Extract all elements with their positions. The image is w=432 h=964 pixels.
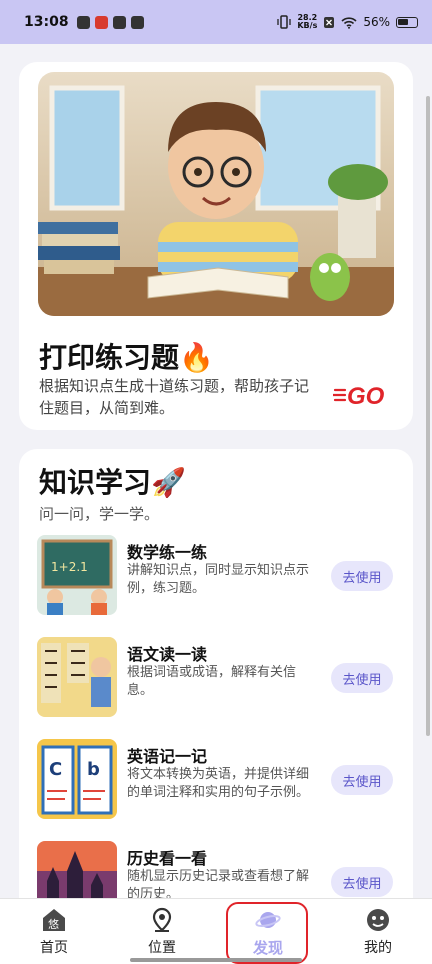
nav-item-home[interactable]: 悠 首页 [14,907,94,961]
section-subtitle: 问一问，学一学。 [39,505,160,523]
list-item-english[interactable]: C b 英语记一记 将文本转换为英语，并提供详细的单词注释和实用的句子示例。 去… [37,739,397,819]
history-thumbnail [37,841,117,898]
go-badge-icon[interactable]: GO [333,380,393,410]
profile-icon [367,909,389,931]
net-speed-unit: KB/s [297,21,318,30]
wifi-icon [341,16,357,29]
math-illustration: 1+2.1 [37,535,117,615]
app-notification-icon [76,15,90,29]
scrollbar[interactable] [426,96,430,736]
print-exercises-card[interactable]: 打印练习题🔥 根据知识点生成十道练习题，帮助孩子记住题目，从简到难。 GO [19,62,413,430]
list-item-math[interactable]: 1+2.1 数学练一练 讲解知识点，同时显示知识点示例，练习题。 去使用 [37,535,397,615]
item-description: 根据词语或成语，解释有关信息。 [127,665,297,698]
list-item-history[interactable]: 历史看一看 随机显示历史记录或查看想了解的历史。 去使用 [37,841,397,898]
main-content[interactable]: 打印练习题🔥 根据知识点生成十道练习题，帮助孩子记住题目，从简到难。 GO 知识… [0,44,432,898]
item-description: 将文本转换为英语，并提供详细的单词注释和实用的句子示例。 [127,767,310,800]
use-button-chinese[interactable]: 去使用 [331,663,393,693]
hero-description: 根据知识点生成十道练习题，帮助孩子记住题目，从简到难。 [39,377,310,417]
nav-label: 我的 [364,940,392,956]
item-title: 英语记一记 [127,747,208,766]
english-thumbnail: C b [37,739,117,819]
bottom-nav: 悠 首页 位置 发现 我的 [0,898,432,964]
hero-title: 打印练习题🔥 [39,341,214,374]
notification-icons [76,15,144,29]
svg-text:b: b [87,759,100,780]
status-time: 13:08 [24,14,69,30]
svg-text:C: C [49,759,62,780]
location-pin-icon [152,907,172,932]
use-button-english[interactable]: 去使用 [331,765,393,795]
item-title: 历史看一看 [127,849,208,868]
history-illustration [37,841,117,898]
highlight-box [226,902,308,964]
app-notification-icon [94,15,108,29]
knowledge-learning-card: 知识学习🚀 问一问，学一学。 1+2.1 数学练一练 讲解知识点，同时显示知识点… [19,449,413,898]
nav-label: 首页 [40,940,68,956]
english-illustration: C b [37,739,117,819]
use-button-history[interactable]: 去使用 [331,867,393,897]
battery-icon [396,16,418,28]
chinese-thumbnail [37,637,117,717]
boy-studying-illustration [38,72,394,316]
chinese-illustration [37,637,117,717]
section-title: 知识学习🚀 [39,466,186,499]
vibrate-icon [277,15,291,29]
nav-item-profile[interactable]: 我的 [338,907,418,961]
use-button-math[interactable]: 去使用 [331,561,393,591]
item-description: 随机显示历史记录或查看想了解的历史。 [127,869,310,898]
cloud-icon [112,15,126,29]
list-item-chinese[interactable]: 语文读一读 根据词语或成语，解释有关信息。 去使用 [37,637,397,717]
hero-illustration [38,72,394,316]
status-right: 28.2 KB/s 56% [277,14,418,30]
item-title: 数学练一练 [127,543,208,562]
sim-off-icon [324,16,335,28]
item-title: 语文读一读 [127,645,208,664]
nav-label: 位置 [148,940,176,956]
item-description: 讲解知识点，同时显示知识点示例，练习题。 [127,563,310,596]
go-badge-text: GO [347,383,385,410]
home-indicator[interactable] [130,958,302,962]
net-speed: 28.2 KB/s [297,14,317,30]
math-thumbnail: 1+2.1 [37,535,117,615]
home-icon: 悠 [43,909,65,931]
nav-item-location[interactable]: 位置 [122,907,202,961]
status-bar: 13:08 28.2 KB/s 56% [0,0,432,44]
svg-text:1+2.1: 1+2.1 [51,560,88,574]
battery-percent: 56% [363,15,390,29]
svg-text:悠: 悠 [48,917,59,931]
app-notification-icon [130,15,144,29]
